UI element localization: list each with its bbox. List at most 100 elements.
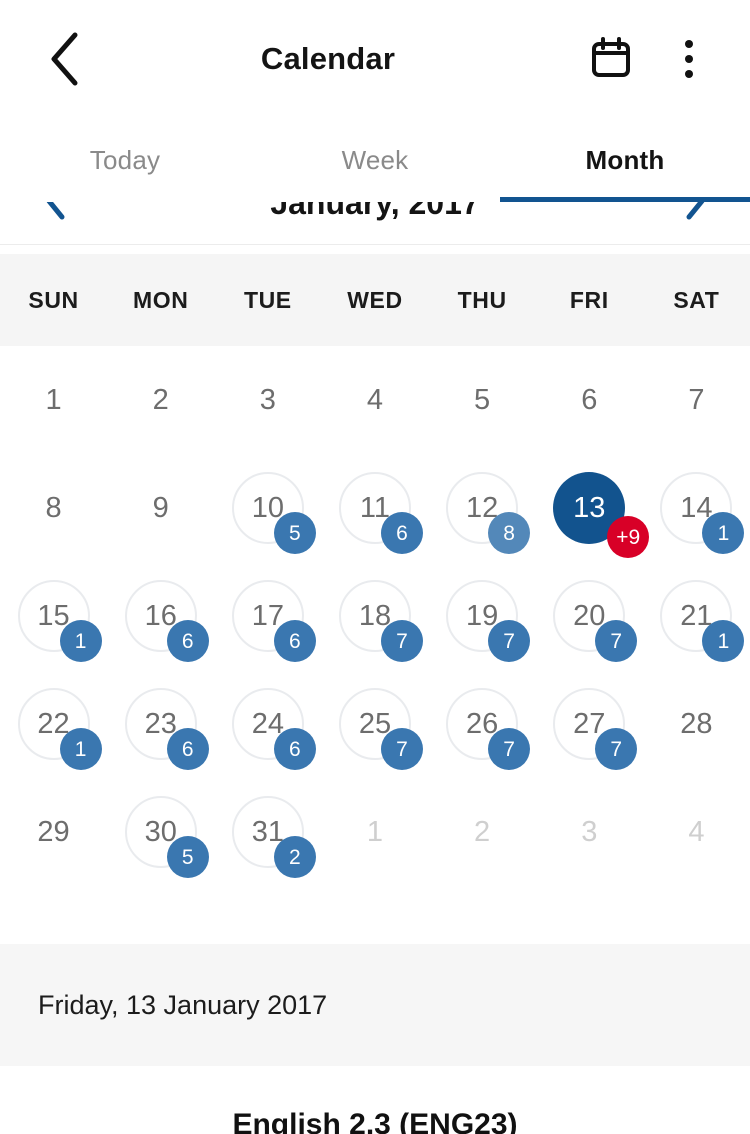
day-cell-1[interactable]: 1 — [321, 778, 428, 886]
week-row: 15 1 16 6 17 6 18 7 19 7 20 7 21 1 — [0, 562, 750, 670]
day-number: 3 — [581, 815, 598, 848]
day-number: 9 — [152, 491, 169, 524]
day-event-count-badge: 7 — [595, 728, 638, 770]
day-circle: 5 — [446, 364, 518, 436]
day-event-count-badge: 6 — [273, 620, 316, 662]
tab-month[interactable]: Month — [500, 118, 750, 202]
day-cell-15[interactable]: 15 1 — [0, 562, 107, 670]
day-cell-4[interactable]: 4 — [321, 346, 428, 454]
day-cell-12[interactable]: 12 8 — [429, 454, 536, 562]
day-event-count-badge: 7 — [595, 620, 638, 662]
selected-date-bar: Friday, 13 January 2017 — [0, 944, 750, 1066]
day-cell-28[interactable]: 28 — [643, 670, 750, 778]
day-cell-22[interactable]: 22 1 — [0, 670, 107, 778]
day-event-count-badge: 6 — [166, 728, 209, 770]
day-circle: 11 6 — [338, 472, 423, 554]
day-number: 1 — [366, 815, 384, 848]
day-cell-30[interactable]: 30 5 — [107, 778, 214, 886]
week-row: 29 30 5 31 2 1 2 3 4 — [0, 778, 750, 886]
day-circle: 17 6 — [231, 580, 316, 662]
weekday-label-wed: WED — [347, 286, 403, 313]
day-circle: 1 — [339, 796, 411, 868]
day-circle: 28 — [660, 688, 732, 760]
day-number: 7 — [688, 383, 705, 416]
day-cell-14[interactable]: 14 1 — [643, 454, 750, 562]
day-cell-3[interactable]: 3 — [536, 778, 643, 886]
day-cell-21[interactable]: 21 1 — [643, 562, 750, 670]
tab-today[interactable]: Today — [0, 118, 250, 202]
event-list-item-title[interactable]: English 2.3 (ENG23) — [0, 1066, 750, 1134]
weekday-label-sat: SAT — [673, 286, 720, 313]
day-circle: 24 6 — [231, 688, 316, 770]
day-cell-8[interactable]: 8 — [0, 454, 107, 562]
day-cell-6[interactable]: 6 — [536, 346, 643, 454]
day-circle: 18 7 — [338, 580, 423, 662]
day-number: 2 — [474, 815, 491, 848]
overflow-menu-button[interactable] — [650, 11, 728, 107]
day-event-count-badge: 6 — [380, 512, 423, 554]
day-circle: 25 7 — [338, 688, 423, 770]
day-cell-11[interactable]: 11 6 — [321, 454, 428, 562]
day-cell-16[interactable]: 16 6 — [107, 562, 214, 670]
day-cell-7[interactable]: 7 — [643, 346, 750, 454]
day-circle: 4 — [660, 796, 732, 868]
week-row: 22 1 23 6 24 6 25 7 26 7 27 7 28 — [0, 670, 750, 778]
calendar-picker-button[interactable] — [572, 11, 650, 107]
day-number: 5 — [474, 383, 491, 416]
day-circle: 26 7 — [446, 688, 531, 770]
day-circle: 4 — [339, 364, 411, 436]
day-circle: 16 6 — [124, 580, 209, 662]
day-number: 8 — [45, 491, 62, 524]
day-event-count-badge: 7 — [488, 620, 531, 662]
day-circle: 1 — [18, 364, 90, 436]
day-cell-23[interactable]: 23 6 — [107, 670, 214, 778]
weekday-label-tue: TUE — [243, 286, 292, 313]
day-cell-24[interactable]: 24 6 — [214, 670, 321, 778]
day-event-count-badge: 6 — [273, 728, 316, 770]
day-number: 3 — [259, 383, 276, 416]
selected-date-label: Friday, 13 January 2017 — [38, 989, 328, 1020]
day-cell-17[interactable]: 17 6 — [214, 562, 321, 670]
day-number: 6 — [581, 383, 598, 416]
day-circle-selected: 13 +9 — [553, 472, 650, 558]
month-grid: 1 2 3 4 5 6 7 8 9 10 5 11 6 12 8 13 +9 14 1 15 1 16 6 17 6 18 7 19 7… — [0, 346, 750, 886]
week-row: 1 2 3 4 5 6 7 — [0, 346, 750, 454]
day-cell-25[interactable]: 25 7 — [321, 670, 428, 778]
day-cell-31[interactable]: 31 2 — [214, 778, 321, 886]
day-cell-2[interactable]: 2 — [107, 346, 214, 454]
day-circle: 15 1 — [17, 580, 102, 662]
day-number: 28 — [680, 707, 713, 740]
day-cell-4[interactable]: 4 — [643, 778, 750, 886]
day-cell-29[interactable]: 29 — [0, 778, 107, 886]
calendar-screen: Calendar January, 2017 Today Week Month … — [0, 0, 750, 1134]
day-circle: 7 — [660, 364, 732, 436]
day-cell-20[interactable]: 20 7 — [536, 562, 643, 670]
day-cell-9[interactable]: 9 — [107, 454, 214, 562]
day-cell-19[interactable]: 19 7 — [429, 562, 536, 670]
page-title: Calendar — [260, 41, 396, 76]
day-cell-5[interactable]: 5 — [429, 346, 536, 454]
day-event-count-badge: 5 — [273, 512, 316, 554]
view-mode-tabs: Today Week Month — [0, 118, 750, 202]
day-circle: 14 1 — [660, 472, 745, 554]
day-cell-10[interactable]: 10 5 — [214, 454, 321, 562]
day-cell-2[interactable]: 2 — [429, 778, 536, 886]
day-circle: 27 7 — [553, 688, 638, 770]
day-cell-27[interactable]: 27 7 — [536, 670, 643, 778]
event-list: English 2.3 (ENG23) — [0, 1066, 750, 1134]
day-cell-18[interactable]: 18 7 — [321, 562, 428, 670]
day-cell-1[interactable]: 1 — [0, 346, 107, 454]
day-circle: 12 8 — [446, 472, 531, 554]
day-cell-3[interactable]: 3 — [214, 346, 321, 454]
day-circle: 21 1 — [660, 580, 745, 662]
more-vertical-icon — [685, 40, 693, 78]
chevron-left-icon — [47, 31, 81, 87]
weekday-label-fri: FRI — [569, 286, 609, 313]
day-number: 4 — [366, 383, 384, 416]
day-event-count-badge: 1 — [702, 620, 745, 662]
tab-week[interactable]: Week — [250, 118, 500, 202]
day-circle: 2 — [125, 364, 197, 436]
day-event-count-badge: 1 — [702, 512, 745, 554]
day-cell-26[interactable]: 26 7 — [429, 670, 536, 778]
day-cell-13[interactable]: 13 +9 — [536, 454, 650, 562]
